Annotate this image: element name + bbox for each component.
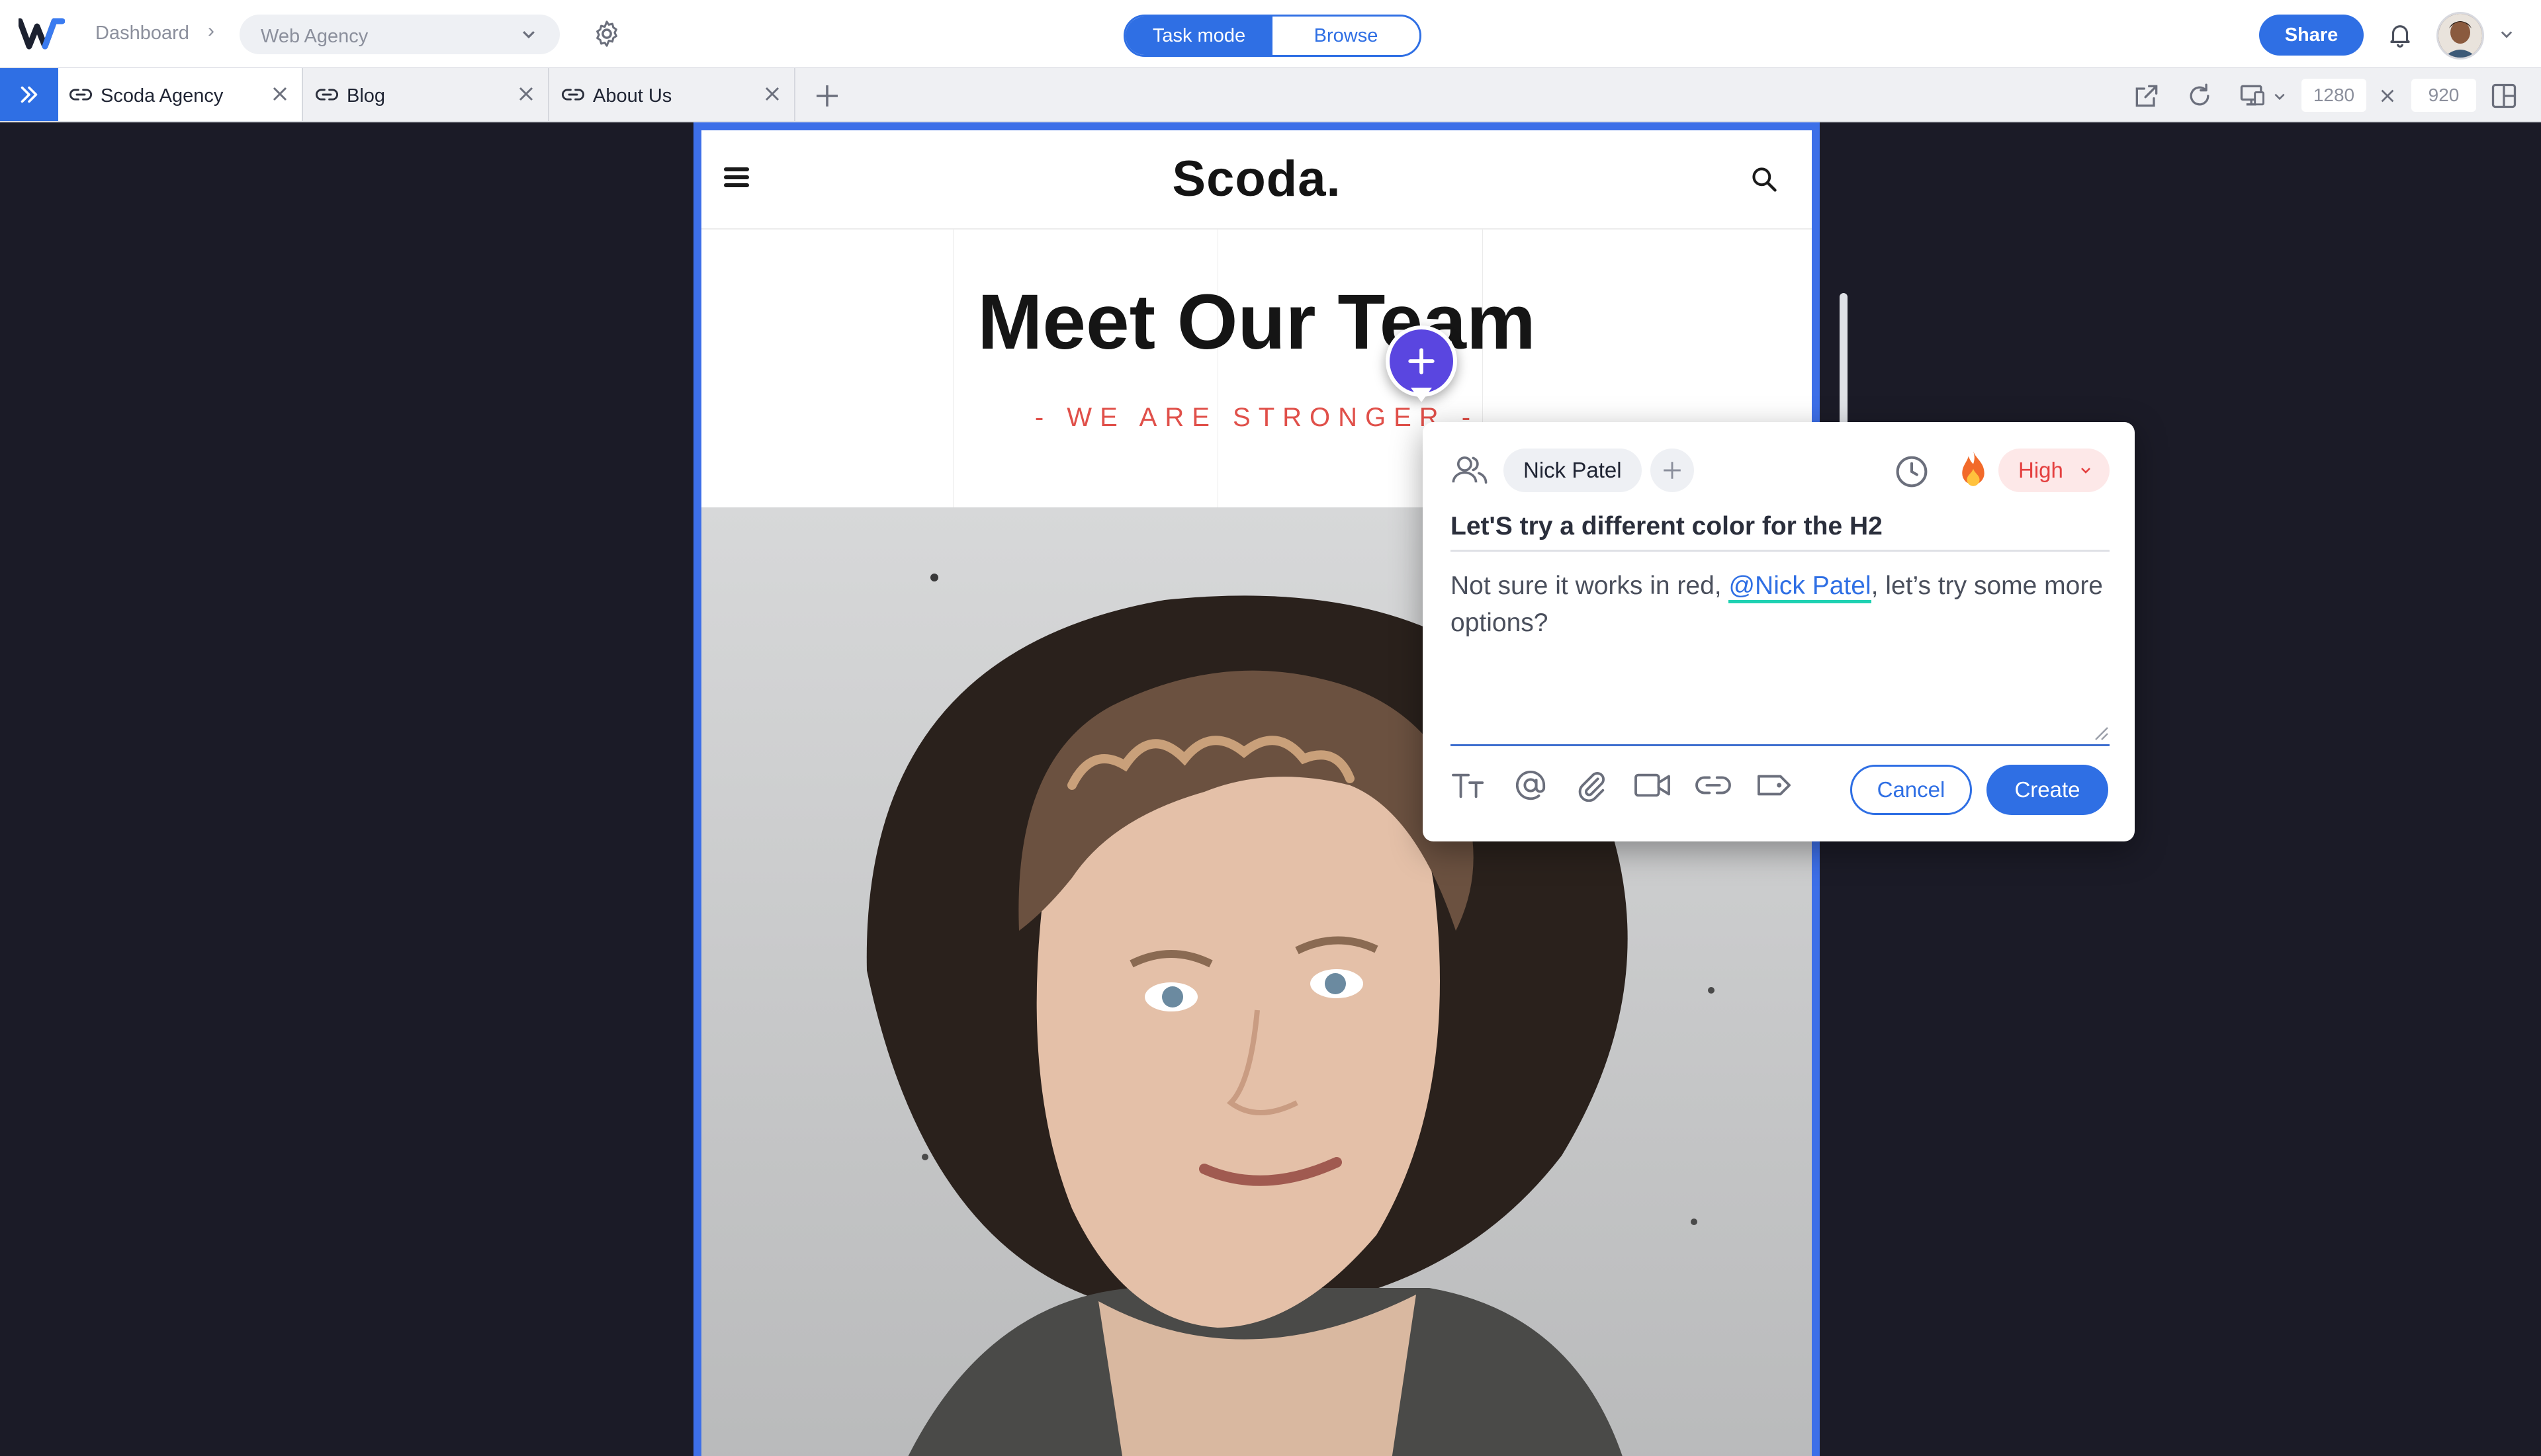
add-assignee-button[interactable] [1650, 449, 1694, 492]
cancel-button[interactable]: Cancel [1850, 765, 1972, 815]
create-button[interactable]: Create [1986, 765, 2108, 815]
user-avatar[interactable] [2436, 12, 2484, 60]
webvizio-logo[interactable] [19, 17, 65, 50]
share-button[interactable]: Share [2259, 15, 2364, 56]
tab-bar: Scoda Agency Blog About Us 1280 920 [0, 68, 2541, 122]
browse-mode-button[interactable]: Browse [1272, 17, 1419, 55]
viewport-height-input[interactable]: 920 [2411, 79, 2476, 112]
close-icon[interactable] [762, 84, 782, 104]
close-icon[interactable] [516, 84, 536, 104]
viewport-width-input[interactable]: 1280 [2301, 79, 2366, 112]
due-date-clock-icon[interactable] [1894, 454, 1930, 490]
top-bar: Dashboard › Web Agency Task mode Browse … [0, 0, 2541, 68]
mention-icon[interactable] [1511, 769, 1550, 802]
close-icon [2381, 89, 2394, 103]
open-external-icon[interactable] [2132, 81, 2161, 110]
site-brand[interactable]: Scoda. [701, 150, 1812, 208]
task-description-input[interactable]: Not sure it works in red, @Nick Patel, l… [1450, 568, 2110, 746]
project-select[interactable]: Web Agency [240, 15, 560, 54]
tab-label: Blog [347, 85, 386, 107]
video-record-icon[interactable] [1633, 769, 1672, 802]
chevron-down-icon[interactable] [2272, 89, 2287, 104]
frame-scrollbar[interactable] [1840, 293, 1848, 425]
fire-icon [1962, 451, 1984, 486]
assignees-icon[interactable] [1450, 452, 1490, 487]
breadcrumb-dashboard[interactable]: Dashboard [95, 22, 189, 44]
link-icon [562, 89, 584, 101]
link-icon [316, 89, 338, 101]
tab-scoda-agency[interactable]: Scoda Agency [58, 68, 303, 121]
marker-pointer [1411, 388, 1432, 402]
task-mode-button[interactable]: Task mode [1126, 17, 1272, 55]
link-icon [69, 89, 92, 101]
plus-icon [1664, 462, 1681, 479]
description-text: Not sure it works in red, [1450, 572, 1729, 600]
resize-handle-icon[interactable] [2090, 722, 2110, 742]
split-layout-icon[interactable] [2489, 81, 2519, 110]
bell-icon[interactable] [2386, 20, 2414, 49]
breadcrumb-separator-icon: › [208, 20, 214, 42]
site-header: Scoda. [701, 130, 1812, 230]
add-task-marker[interactable] [1386, 325, 1457, 397]
tab-label: Scoda Agency [101, 85, 224, 107]
chevron-down-icon [523, 30, 535, 39]
assignee-chip[interactable]: Nick Patel [1503, 449, 1642, 492]
task-title-input[interactable]: Let'S try a different color for the H2 [1450, 512, 2110, 552]
user-mention[interactable]: @Nick Patel [1728, 572, 1871, 603]
plus-icon [1408, 348, 1435, 374]
sidebar-toggle-button[interactable] [0, 68, 58, 121]
link-icon[interactable] [1694, 769, 1732, 802]
desktop-device-icon[interactable] [2238, 81, 2267, 110]
tab-label: About Us [593, 85, 672, 107]
attachment-icon[interactable] [1572, 769, 1611, 802]
priority-value: High [2018, 458, 2063, 482]
hero-heading[interactable]: Meet Our Team [701, 277, 1812, 367]
add-tab-icon[interactable] [814, 83, 840, 109]
search-icon[interactable] [1750, 165, 1779, 194]
tab-blog[interactable]: Blog [304, 68, 549, 121]
text-format-icon[interactable] [1450, 769, 1489, 802]
priority-select[interactable]: High [1998, 449, 2110, 492]
refresh-icon[interactable] [2185, 81, 2214, 110]
chevron-down-icon [2081, 468, 2090, 474]
tab-about-us[interactable]: About Us [551, 68, 795, 121]
create-task-popover: Nick Patel High Let'S try a different co… [1423, 422, 2135, 841]
tag-icon[interactable] [1755, 769, 1793, 802]
gear-icon[interactable] [592, 19, 622, 49]
page-preview-canvas: Scoda. Meet Our Team - WE ARE STRONGER - [0, 122, 2541, 1456]
mode-toggle: Task mode Browse [1124, 15, 1421, 57]
close-icon[interactable] [270, 84, 290, 104]
chevron-down-icon[interactable] [2499, 26, 2515, 42]
double-chevron-right-icon [21, 86, 38, 103]
project-select-value: Web Agency [261, 26, 369, 47]
